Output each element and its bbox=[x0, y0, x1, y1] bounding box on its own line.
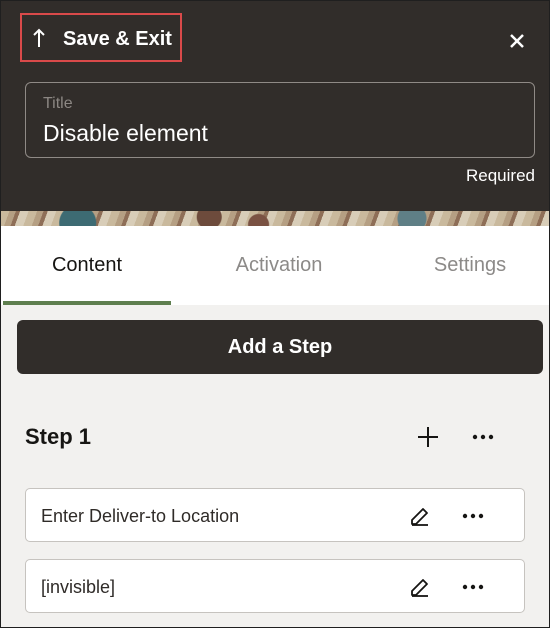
list-item[interactable]: Enter Deliver-to Location bbox=[25, 488, 525, 542]
add-step-button[interactable]: Add a Step bbox=[17, 320, 543, 374]
item-more-icon[interactable] bbox=[461, 512, 485, 520]
step-more-icon[interactable] bbox=[471, 433, 495, 441]
plus-icon[interactable] bbox=[417, 426, 439, 448]
list-item[interactable]: [invisible] bbox=[25, 559, 525, 613]
title-field-value[interactable]: Disable element bbox=[43, 120, 208, 147]
tab-content[interactable]: Content bbox=[3, 226, 171, 305]
close-icon[interactable] bbox=[508, 32, 526, 50]
up-arrow-icon bbox=[33, 28, 45, 47]
edit-icon[interactable] bbox=[409, 576, 431, 598]
required-label: Required bbox=[466, 166, 535, 185]
content-panel: Add a Step Step 1 Enter Deliver-to Locat… bbox=[1, 305, 549, 627]
guide-editor-panel: Save & Exit Title Disable element Requir… bbox=[0, 0, 550, 628]
item-more-icon[interactable] bbox=[461, 583, 485, 591]
edit-icon[interactable] bbox=[409, 505, 431, 527]
editor-header: Save & Exit Title Disable element Requir… bbox=[1, 1, 549, 211]
tab-settings[interactable]: Settings bbox=[395, 226, 545, 305]
save-exit-button[interactable]: Save & Exit bbox=[20, 13, 182, 62]
decorative-banner bbox=[1, 211, 549, 226]
list-item-label: [invisible] bbox=[41, 577, 116, 597]
list-item-label: Enter Deliver-to Location bbox=[41, 506, 240, 526]
tab-bar: Content Activation Settings bbox=[1, 226, 549, 305]
tab-activation[interactable]: Activation bbox=[191, 226, 367, 305]
step-title: Step 1 bbox=[25, 424, 92, 449]
title-field[interactable]: Title Disable element bbox=[25, 82, 535, 158]
title-field-label: Title bbox=[43, 95, 73, 112]
save-exit-label: Save & Exit bbox=[63, 28, 172, 50]
